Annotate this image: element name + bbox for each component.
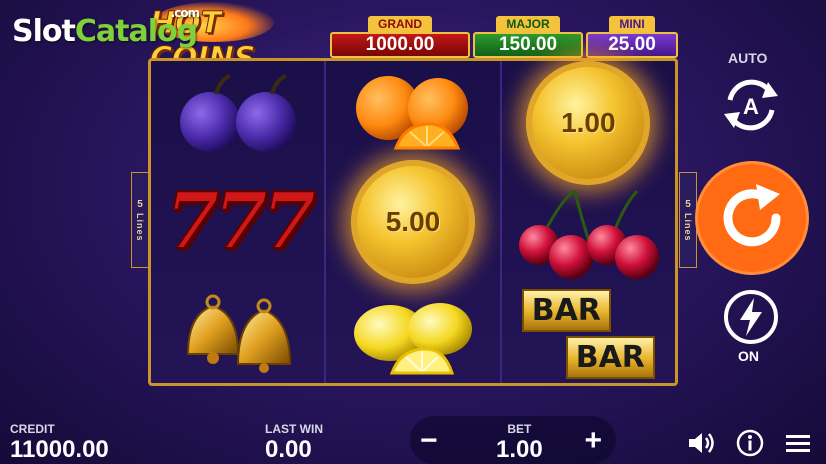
bet-value: 1.00 (496, 436, 543, 463)
credit-display: CREDIT 11000.00 (10, 422, 109, 464)
bottom-bar: CREDIT 11000.00 LAST WIN 0.00 − BET 1.00… (0, 410, 826, 464)
reel-3: 1.00 BAR BAR (502, 61, 675, 383)
bet-label: BET (507, 422, 532, 436)
spin-icon (723, 184, 781, 247)
lemon-icon (353, 302, 472, 374)
symbol-bar-double: BAR BAR (502, 284, 675, 383)
jackpot-grand-label: GRAND (368, 16, 432, 32)
reel-2: 5.00 (326, 61, 502, 383)
jackpot-mini-value: 25.00 (586, 32, 678, 58)
autoplay-button[interactable]: A (718, 72, 784, 138)
jackpot-mini-label: MINI (609, 16, 655, 32)
jackpot-grand-value: 1000.00 (330, 32, 470, 58)
symbol-coin: 5.00 (326, 160, 499, 284)
reel-1: 777 (151, 61, 327, 383)
lastwin-display: LAST WIN 0.00 (265, 422, 323, 464)
bar-top: BAR (521, 288, 611, 332)
symbol-lemon-pair (326, 284, 499, 383)
lightning-icon (740, 298, 762, 336)
watermark-suffix: .com (170, 6, 200, 20)
bet-control: − BET 1.00 + (410, 416, 616, 464)
symbol-seven-triple: 777 (151, 168, 324, 275)
lastwin-value: 0.00 (265, 436, 312, 463)
symbol-orange-pair (326, 61, 499, 160)
lines-indicator-left: 5 Lines (131, 172, 149, 268)
plum-icon (179, 73, 296, 152)
bar-icon: BAR BAR (521, 288, 655, 379)
orange-icon (355, 75, 468, 149)
autoplay-label: AUTO (728, 50, 768, 66)
coin-value-1: 1.00 (526, 61, 651, 185)
symbol-bell-pair (151, 276, 324, 383)
turbo-button[interactable] (722, 288, 780, 346)
jackpot-major: MAJOR 150.00 (473, 16, 583, 58)
watermark-part1: Slot (12, 14, 76, 49)
symbol-coin: 1.00 (502, 61, 675, 185)
bet-display: BET 1.00 (496, 422, 543, 464)
jackpot-mini: MINI 25.00 (586, 16, 678, 58)
spin-button[interactable] (698, 164, 806, 272)
lines-indicator-right: 5 Lines (679, 172, 697, 268)
lines-word-left: Lines (135, 212, 145, 242)
bell-icon (186, 294, 291, 374)
sound-icon[interactable] (686, 428, 716, 458)
reel-grid: 777 5.00 1.00 BAR BAR (148, 58, 678, 386)
autoplay-letter-icon: A (743, 94, 759, 119)
bar-bottom: BAR (565, 335, 655, 379)
symbol-cherry-triple (502, 185, 675, 284)
lines-count-left: 5 (137, 198, 143, 210)
lines-word-right: Lines (683, 212, 693, 242)
watermark: SlotCatalog .com (12, 6, 200, 49)
lastwin-label: LAST WIN (265, 422, 323, 436)
credit-value: 11000.00 (10, 436, 109, 463)
lines-count-right: 5 (685, 198, 691, 210)
menu-icon[interactable] (783, 428, 813, 458)
bet-decrease-button[interactable]: − (420, 424, 438, 458)
symbol-plum-pair (151, 61, 324, 168)
info-icon[interactable] (735, 428, 765, 458)
jackpot-major-label: MAJOR (496, 16, 560, 32)
cherry-icon (519, 189, 660, 279)
jackpot-grand: GRAND 1000.00 (330, 16, 470, 58)
turbo-status: ON (738, 348, 759, 364)
seven-icon: 777 (164, 175, 317, 268)
credit-label: CREDIT (10, 422, 55, 436)
coin-value-5: 5.00 (350, 160, 475, 284)
bet-increase-button[interactable]: + (584, 424, 602, 458)
jackpot-major-value: 150.00 (473, 32, 583, 58)
